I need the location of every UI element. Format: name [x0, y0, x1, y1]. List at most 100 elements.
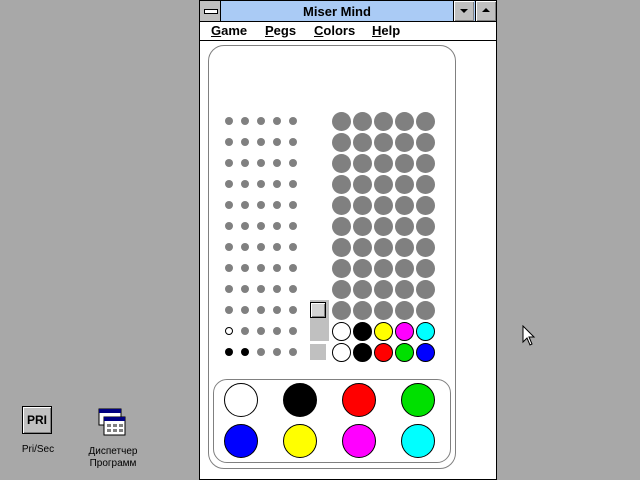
- guess-peg[interactable]: [416, 280, 435, 299]
- guess-peg[interactable]: [374, 133, 393, 152]
- guess-peg[interactable]: [374, 259, 393, 278]
- key-peg: [273, 117, 281, 125]
- guess-peg[interactable]: [353, 154, 372, 173]
- guess-peg[interactable]: [416, 175, 435, 194]
- guess-peg[interactable]: [395, 196, 414, 215]
- guess-peg[interactable]: [332, 175, 351, 194]
- guess-peg[interactable]: [395, 259, 414, 278]
- guess-peg[interactable]: [374, 322, 393, 341]
- guess-peg[interactable]: [395, 280, 414, 299]
- menu-pegs[interactable]: Pegs: [265, 22, 296, 40]
- guess-peg[interactable]: [353, 301, 372, 320]
- guess-peg[interactable]: [332, 196, 351, 215]
- guess-peg[interactable]: [353, 217, 372, 236]
- guess-peg[interactable]: [374, 175, 393, 194]
- guess-peg[interactable]: [395, 175, 414, 194]
- guess-peg[interactable]: [374, 154, 393, 173]
- key-peg: [289, 138, 297, 146]
- guess-peg[interactable]: [395, 133, 414, 152]
- guess-peg[interactable]: [416, 238, 435, 257]
- palette-peg-magenta[interactable]: [342, 424, 376, 458]
- key-peg: [257, 348, 265, 356]
- guess-peg[interactable]: [353, 196, 372, 215]
- system-menu-button[interactable]: [200, 1, 221, 21]
- key-peg: [225, 180, 233, 188]
- menu-game[interactable]: Game: [211, 22, 247, 40]
- maximize-button[interactable]: [475, 1, 496, 21]
- guess-peg[interactable]: [416, 217, 435, 236]
- palette-peg-red[interactable]: [342, 383, 376, 417]
- guess-peg[interactable]: [374, 238, 393, 257]
- guess-peg[interactable]: [353, 133, 372, 152]
- guess-peg[interactable]: [332, 301, 351, 320]
- key-peg: [257, 264, 265, 272]
- guess-peg[interactable]: [332, 112, 351, 131]
- guess-peg[interactable]: [416, 343, 435, 362]
- guess-peg[interactable]: [416, 133, 435, 152]
- maximize-icon: [482, 8, 490, 12]
- guess-peg[interactable]: [374, 343, 393, 362]
- guess-peg[interactable]: [395, 154, 414, 173]
- key-peg: [257, 306, 265, 314]
- palette-peg-blue[interactable]: [224, 424, 258, 458]
- key-peg: [225, 201, 233, 209]
- guess-peg[interactable]: [374, 112, 393, 131]
- key-peg: [289, 180, 297, 188]
- key-peg: [241, 117, 249, 125]
- key-peg: [225, 348, 233, 356]
- title-bar[interactable]: Miser Mind: [200, 1, 496, 22]
- guess-peg[interactable]: [332, 343, 351, 362]
- guess-peg[interactable]: [332, 217, 351, 236]
- key-peg: [225, 306, 233, 314]
- guess-peg[interactable]: [353, 259, 372, 278]
- menu-colors[interactable]: Colors: [314, 22, 355, 40]
- minimize-button[interactable]: [453, 1, 474, 21]
- menu-help[interactable]: Help: [372, 22, 400, 40]
- key-peg: [241, 285, 249, 293]
- palette-peg-black[interactable]: [283, 383, 317, 417]
- guess-peg[interactable]: [395, 238, 414, 257]
- key-peg: [273, 180, 281, 188]
- guess-peg[interactable]: [416, 196, 435, 215]
- guess-peg[interactable]: [416, 322, 435, 341]
- key-peg: [257, 285, 265, 293]
- guess-peg[interactable]: [332, 238, 351, 257]
- guess-peg[interactable]: [395, 301, 414, 320]
- guess-peg[interactable]: [353, 343, 372, 362]
- guess-peg[interactable]: [395, 217, 414, 236]
- submit-row-button[interactable]: [310, 344, 326, 360]
- desktop-icon-label: Pri/Sec: [21, 444, 55, 455]
- guess-peg[interactable]: [353, 238, 372, 257]
- palette-peg-white[interactable]: [224, 383, 258, 417]
- key-peg: [289, 222, 297, 230]
- guess-peg[interactable]: [353, 322, 372, 341]
- guess-peg[interactable]: [353, 175, 372, 194]
- palette-peg-yellow[interactable]: [283, 424, 317, 458]
- guess-peg[interactable]: [353, 280, 372, 299]
- guess-peg[interactable]: [374, 217, 393, 236]
- guess-peg[interactable]: [332, 322, 351, 341]
- guess-peg[interactable]: [374, 301, 393, 320]
- guess-peg[interactable]: [332, 133, 351, 152]
- key-peg: [273, 243, 281, 251]
- guess-peg[interactable]: [332, 154, 351, 173]
- guess-peg[interactable]: [416, 301, 435, 320]
- guess-peg[interactable]: [395, 112, 414, 131]
- key-peg: [257, 117, 265, 125]
- guess-peg[interactable]: [353, 112, 372, 131]
- guess-peg[interactable]: [416, 112, 435, 131]
- guess-peg[interactable]: [332, 280, 351, 299]
- key-peg: [257, 243, 265, 251]
- key-peg: [289, 117, 297, 125]
- guess-peg[interactable]: [332, 259, 351, 278]
- palette-peg-cyan[interactable]: [401, 424, 435, 458]
- palette-peg-green[interactable]: [401, 383, 435, 417]
- guess-peg[interactable]: [374, 196, 393, 215]
- guess-peg[interactable]: [416, 154, 435, 173]
- guess-peg[interactable]: [395, 343, 414, 362]
- key-peg: [273, 159, 281, 167]
- guess-peg[interactable]: [374, 280, 393, 299]
- guess-peg[interactable]: [395, 322, 414, 341]
- guess-peg[interactable]: [416, 259, 435, 278]
- row-selector-button[interactable]: [310, 302, 326, 318]
